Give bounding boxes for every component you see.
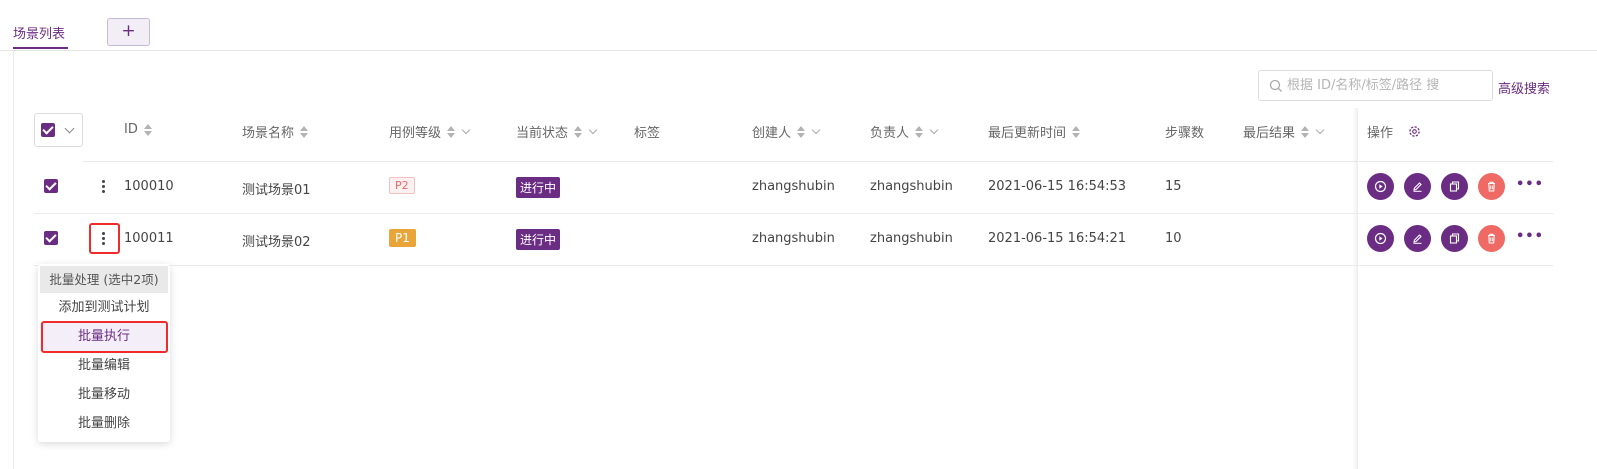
column-label: ID — [124, 122, 138, 137]
trash-icon — [1488, 233, 1495, 244]
column-header-last-result[interactable]: 最后结果 — [1243, 122, 1325, 141]
sort-icon[interactable] — [1301, 125, 1310, 138]
filter-chevron-icon[interactable] — [811, 125, 821, 134]
column-label: 步骤数 — [1165, 126, 1205, 141]
search-icon — [1269, 79, 1282, 92]
add-tab-button[interactable]: + — [107, 18, 150, 46]
column-header-status[interactable]: 当前状态 — [516, 122, 598, 141]
delete-button[interactable] — [1478, 225, 1505, 252]
column-label: 创建人 — [752, 126, 792, 141]
copy-button[interactable] — [1441, 225, 1468, 252]
delete-button[interactable] — [1478, 173, 1505, 200]
sort-icon[interactable] — [300, 125, 309, 138]
row-checkbox[interactable] — [44, 231, 58, 245]
cell-steps: 10 — [1165, 231, 1182, 246]
search-box[interactable] — [1258, 70, 1493, 101]
pencil-icon — [1413, 182, 1422, 192]
filter-chevron-icon[interactable] — [1315, 125, 1325, 134]
filter-chevron-icon[interactable] — [929, 125, 939, 134]
cell-id: 100011 — [124, 231, 174, 246]
column-label: 标签 — [634, 126, 661, 141]
batch-menu-header: 批量处理 (选中2项) — [40, 266, 168, 293]
column-header-name[interactable]: 场景名称 — [242, 122, 309, 141]
select-all-checkbox[interactable] — [41, 123, 55, 137]
cell-name[interactable]: 测试场景01 — [242, 179, 311, 198]
copy-icon — [1449, 233, 1460, 244]
filter-chevron-icon[interactable] — [461, 125, 471, 134]
edit-button[interactable] — [1404, 225, 1431, 252]
tab-bar: 场景列表 + — [0, 0, 1597, 51]
cell-id: 100010 — [124, 179, 174, 194]
column-label: 当前状态 — [516, 126, 569, 141]
column-header-creator[interactable]: 创建人 — [752, 122, 821, 141]
sort-icon[interactable] — [574, 125, 583, 138]
column-header-ops: 操作 — [1367, 122, 1421, 141]
column-label: 最后结果 — [1243, 126, 1296, 141]
cell-name[interactable]: 测试场景02 — [242, 231, 311, 250]
table-row[interactable]: 100010 测试场景01 P2 进行中 zhangshubin zhangsh… — [34, 162, 1553, 214]
chevron-down-icon — [64, 123, 75, 134]
filter-chevron-icon[interactable] — [588, 125, 598, 134]
pencil-icon — [1413, 234, 1422, 244]
search-input[interactable] — [1287, 71, 1487, 100]
sort-icon[interactable] — [797, 125, 806, 138]
advanced-search-link[interactable]: 高级搜索 — [1498, 78, 1550, 97]
column-header-owner[interactable]: 负责人 — [870, 122, 939, 141]
level-badge: P1 — [389, 229, 416, 247]
play-circle-icon — [1374, 232, 1387, 245]
copy-icon — [1449, 181, 1460, 192]
column-label: 负责人 — [870, 126, 910, 141]
column-label: 场景名称 — [242, 126, 295, 141]
column-header-updated[interactable]: 最后更新时间 — [988, 122, 1081, 141]
annotation-highlight — [89, 223, 120, 254]
table-row[interactable]: 100011 测试场景02 P1 进行中 zhangshubin zhangsh… — [34, 214, 1553, 266]
cell-creator: zhangshubin — [752, 179, 835, 194]
edit-button[interactable] — [1404, 173, 1431, 200]
status-badge: 进行中 — [516, 177, 561, 198]
cell-updated: 2021-06-15 16:54:21 — [988, 231, 1127, 246]
column-label: 用例等级 — [389, 126, 442, 141]
run-button[interactable] — [1367, 225, 1394, 252]
copy-button[interactable] — [1441, 173, 1468, 200]
cell-updated: 2021-06-15 16:54:53 — [988, 179, 1127, 194]
column-header-level[interactable]: 用例等级 — [389, 122, 471, 141]
menu-item-batch-delete[interactable]: 批量删除 — [40, 410, 168, 438]
trash-icon — [1488, 181, 1495, 192]
annotation-highlight — [41, 321, 168, 353]
sort-icon[interactable] — [1072, 125, 1081, 138]
cell-owner: zhangshubin — [870, 179, 953, 194]
column-label: 最后更新时间 — [988, 126, 1067, 141]
column-header-steps: 步骤数 — [1165, 122, 1204, 141]
select-all-dropdown[interactable] — [34, 113, 83, 147]
column-header-tags: 标签 — [634, 122, 660, 141]
row-more-button[interactable]: ••• — [1516, 229, 1544, 244]
sort-icon[interactable] — [143, 123, 152, 136]
row-checkbox[interactable] — [44, 179, 58, 193]
play-circle-icon — [1374, 180, 1387, 193]
run-button[interactable] — [1367, 173, 1394, 200]
cell-owner: zhangshubin — [870, 231, 953, 246]
status-badge: 进行中 — [516, 229, 561, 250]
menu-item-batch-move[interactable]: 批量移动 — [40, 381, 168, 409]
tab-active-indicator — [13, 47, 68, 49]
column-header-id[interactable]: ID — [124, 122, 152, 137]
level-badge: P2 — [389, 177, 415, 194]
tab-scene-list[interactable]: 场景列表 — [13, 23, 65, 42]
panel-border — [13, 51, 14, 469]
row-more-button[interactable]: ••• — [1516, 177, 1544, 192]
cell-creator: zhangshubin — [752, 231, 835, 246]
gear-icon[interactable] — [1408, 125, 1421, 138]
batch-action-menu: 批量处理 (选中2项) 添加到测试计划 批量执行 批量编辑 批量移动 批量删除 — [38, 264, 170, 442]
menu-item-add-to-plan[interactable]: 添加到测试计划 — [40, 294, 168, 322]
cell-steps: 15 — [1165, 179, 1182, 194]
row-kebab-icon[interactable] — [102, 180, 106, 194]
sort-icon[interactable] — [447, 125, 456, 138]
menu-item-batch-edit[interactable]: 批量编辑 — [40, 352, 168, 380]
column-label: 操作 — [1367, 126, 1394, 141]
sort-icon[interactable] — [915, 125, 924, 138]
